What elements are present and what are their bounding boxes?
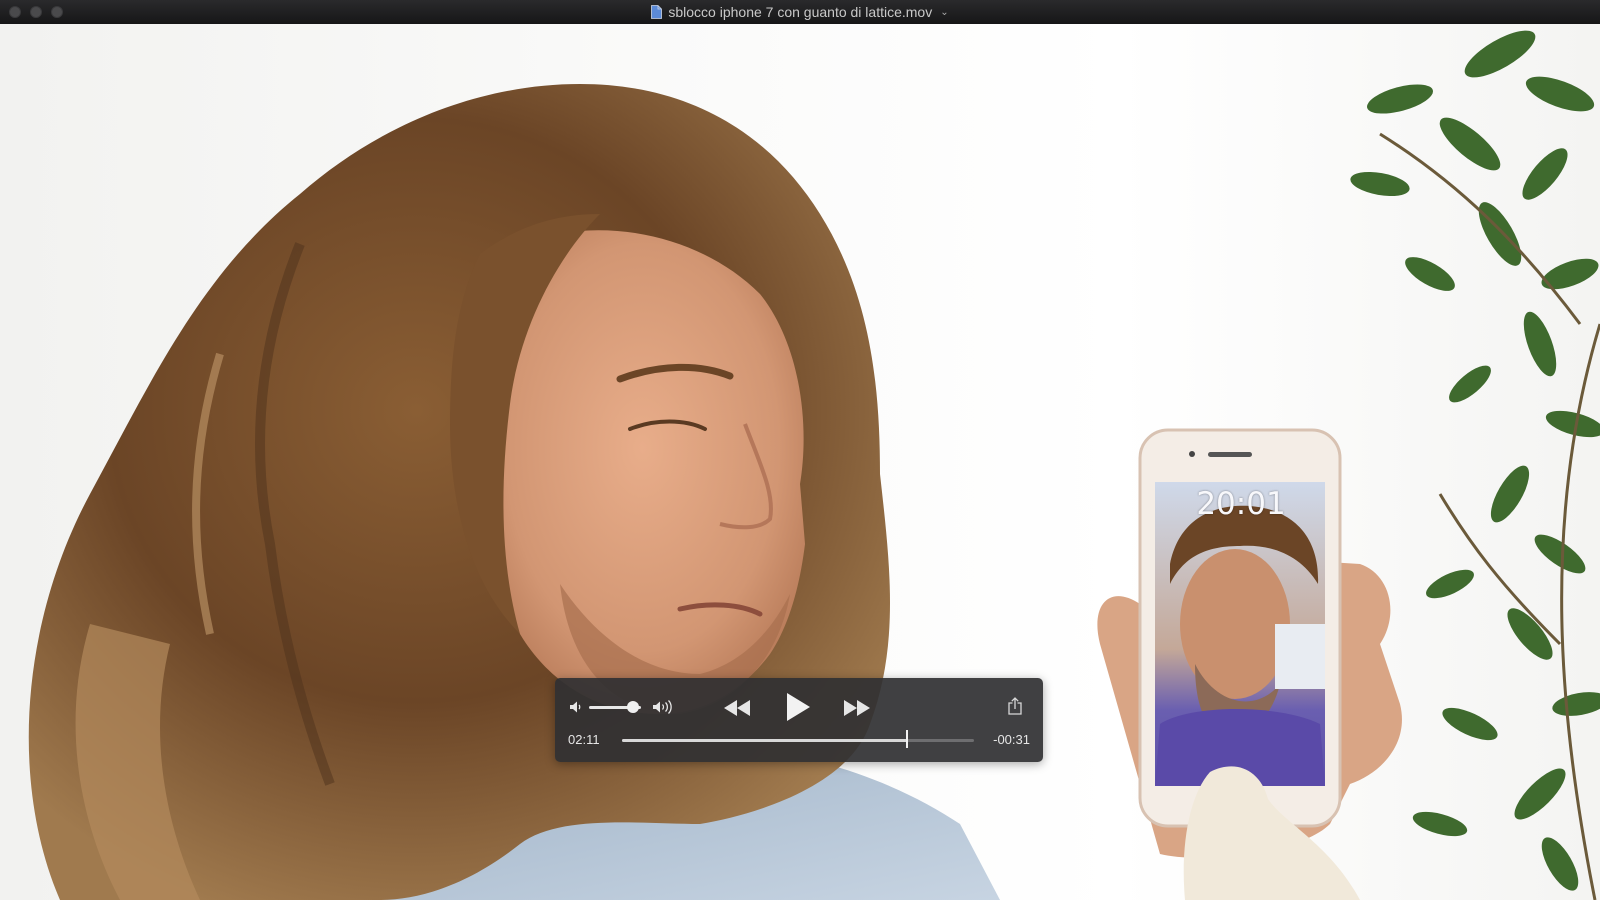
close-button[interactable]	[9, 6, 21, 18]
share-icon[interactable]	[1006, 695, 1024, 717]
window-controls	[9, 6, 63, 18]
scrubber-progress	[622, 739, 908, 742]
video-scene	[28, 30, 1600, 900]
title-bar[interactable]: sblocco iphone 7 con guanto di lattice.m…	[0, 0, 1600, 25]
window-title: sblocco iphone 7 con guanto di lattice.m…	[668, 4, 933, 20]
chevron-down-icon: ⌄	[940, 6, 949, 18]
speaker-low-icon[interactable]	[567, 698, 585, 716]
plant-leaves	[1350, 30, 1600, 891]
document-icon	[651, 5, 663, 19]
playback-controls: 02:11 -00:31	[555, 678, 1043, 762]
remaining-time: -00:31	[993, 732, 1030, 747]
volume-knob[interactable]	[627, 701, 640, 713]
fast-forward-icon[interactable]	[841, 696, 873, 720]
video-frame[interactable]: 20:01	[0, 24, 1600, 900]
window-title-menu[interactable]: sblocco iphone 7 con guanto di lattice.m…	[651, 4, 949, 20]
plant-stems	[1379, 132, 1600, 900]
elapsed-time: 02:11	[568, 732, 600, 747]
quicktime-window: sblocco iphone 7 con guanto di lattice.m…	[0, 0, 1600, 900]
minimize-button[interactable]	[30, 6, 42, 18]
rewind-icon[interactable]	[721, 696, 753, 720]
play-icon[interactable]	[783, 690, 813, 724]
scrubber-playhead[interactable]	[906, 730, 909, 748]
phone-clock: 20:01	[1196, 486, 1286, 522]
speaker-high-icon[interactable]	[651, 697, 675, 717]
scrubber-track[interactable]	[622, 739, 974, 742]
zoom-button[interactable]	[51, 6, 63, 18]
